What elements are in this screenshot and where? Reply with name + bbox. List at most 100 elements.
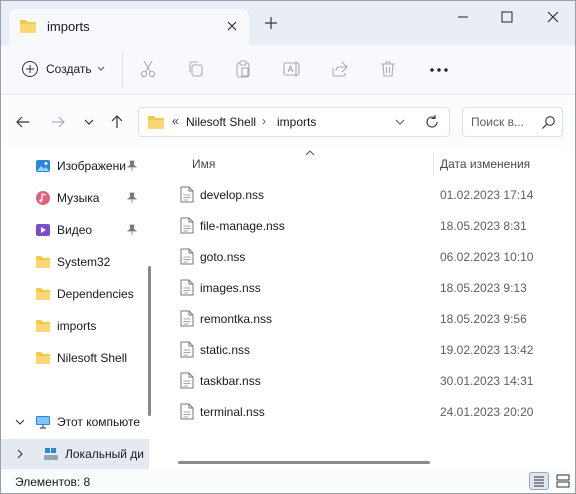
folder-icon — [148, 116, 164, 129]
sidebar-item-pictures[interactable]: Изображени — [1, 151, 149, 181]
plus-circle-icon — [22, 61, 38, 77]
table-row[interactable]: static.nss 19.02.2023 13:42 — [175, 335, 571, 365]
file-date: 19.02.2023 13:42 — [440, 343, 534, 357]
new-tab-icon[interactable] — [263, 15, 279, 31]
details-view-button[interactable] — [529, 472, 549, 490]
maximize-icon[interactable] — [495, 7, 519, 27]
folder-icon — [36, 256, 50, 268]
folder-icon — [36, 352, 50, 364]
tab-imports[interactable]: imports — [9, 9, 249, 45]
column-header-name[interactable]: Имя — [192, 157, 215, 171]
chevron-down-icon[interactable] — [395, 119, 405, 126]
up-arrow-icon[interactable] — [109, 114, 125, 130]
command-separator — [122, 53, 123, 87]
file-icon — [180, 372, 194, 389]
horizontal-scrollbar[interactable] — [178, 461, 430, 464]
back-arrow-icon[interactable] — [15, 114, 31, 130]
table-row[interactable]: develop.nss 01.02.2023 17:14 — [175, 180, 571, 210]
file-name: develop.nss — [200, 188, 265, 202]
sidebar-item-music[interactable]: Музыка — [1, 183, 149, 213]
breadcrumb-separator[interactable]: › — [262, 114, 266, 128]
search-icon[interactable] — [541, 115, 556, 130]
share-icon[interactable] — [330, 59, 350, 79]
file-date: 06.02.2023 10:10 — [440, 250, 534, 264]
close-window-icon[interactable] — [541, 7, 565, 27]
forward-arrow-icon[interactable] — [50, 114, 66, 130]
file-date: 30.01.2023 14:31 — [440, 374, 534, 388]
sidebar-item-label: Dependencies — [57, 287, 134, 301]
search-input[interactable]: Поиск в... — [462, 107, 563, 137]
file-name: terminal.nss — [200, 405, 265, 419]
file-date: 24.01.2023 20:20 — [440, 405, 534, 419]
file-date: 01.02.2023 17:14 — [440, 188, 534, 202]
cut-icon[interactable] — [138, 59, 158, 79]
file-date: 18.05.2023 9:56 — [440, 312, 527, 326]
sidebar-item-label: Nilesoft Shell — [57, 351, 128, 365]
file-name: remontka.nss — [200, 312, 273, 326]
file-list: Имя Дата изменения develop.nss 01.02.202… — [161, 148, 575, 469]
sidebar-item-local-disk[interactable]: Локальный ди — [1, 439, 149, 469]
paste-icon[interactable] — [233, 59, 253, 79]
navigation-pane: Изображени Музыка Видео System32 Depende… — [1, 148, 151, 469]
sidebar-scrollbar[interactable] — [148, 266, 151, 416]
column-header-date[interactable]: Дата изменения — [440, 157, 530, 171]
sidebar-item-label: imports — [57, 319, 97, 333]
sidebar-item-video[interactable]: Видео — [1, 215, 149, 245]
refresh-icon[interactable] — [424, 114, 440, 130]
file-date: 18.05.2023 9:13 — [440, 281, 527, 295]
sidebar-item-label: Локальный ди — [65, 447, 144, 461]
more-icon[interactable] — [429, 67, 449, 73]
table-row[interactable]: terminal.nss 24.01.2023 20:20 — [175, 397, 571, 427]
pin-icon — [127, 160, 137, 171]
file-name: images.nss — [200, 281, 261, 295]
tab-bar: imports — [1, 1, 575, 45]
breadcrumb-nilesoft-shell[interactable]: Nilesoft Shell — [186, 115, 256, 129]
chevron-right-icon[interactable] — [15, 449, 25, 459]
sidebar-item-system32[interactable]: System32 — [1, 247, 149, 277]
pictures-icon — [36, 160, 50, 172]
tiles-view-button[interactable] — [553, 472, 573, 490]
table-row[interactable]: taskbar.nss 30.01.2023 14:31 — [175, 366, 571, 396]
file-icon — [180, 403, 194, 420]
file-icon — [180, 248, 194, 265]
sidebar-item-this-pc[interactable]: Этот компьюте — [1, 407, 149, 437]
sidebar-item-dependencies[interactable]: Dependencies — [1, 279, 149, 309]
create-button[interactable]: Создать — [15, 57, 111, 83]
create-label: Создать — [46, 62, 92, 76]
folder-icon — [20, 20, 36, 33]
file-icon — [180, 279, 194, 296]
sidebar-item-imports[interactable]: imports — [1, 311, 149, 341]
file-icon — [180, 310, 194, 327]
folder-icon — [36, 288, 50, 300]
table-row[interactable]: file-manage.nss 18.05.2023 8:31 — [175, 211, 571, 241]
rename-icon[interactable] — [282, 59, 302, 79]
tiles-view-icon — [556, 474, 570, 488]
sidebar-item-nilesoft-shell[interactable]: Nilesoft Shell — [1, 343, 149, 373]
disk-icon — [44, 448, 58, 460]
sidebar-item-label: Этот компьюте — [57, 415, 141, 429]
address-bar[interactable]: « Nilesoft Shell › imports — [138, 107, 450, 137]
copy-icon[interactable] — [186, 59, 206, 79]
close-tab-icon[interactable] — [223, 17, 241, 35]
recent-chevron-icon[interactable] — [81, 114, 97, 130]
chevron-down-icon[interactable] — [15, 417, 25, 427]
pin-icon — [127, 224, 137, 235]
details-view-icon — [534, 476, 544, 487]
delete-icon[interactable] — [378, 59, 398, 79]
tab-title: imports — [47, 19, 90, 34]
table-row[interactable]: remontka.nss 18.05.2023 9:56 — [175, 304, 571, 334]
item-count: Элементов: 8 — [15, 475, 91, 489]
table-row[interactable]: goto.nss 06.02.2023 10:10 — [175, 242, 571, 272]
status-bar: Элементов: 8 — [1, 469, 575, 493]
table-row[interactable]: images.nss 18.05.2023 9:13 — [175, 273, 571, 303]
folder-icon — [36, 320, 50, 332]
sort-ascending-icon — [305, 150, 315, 156]
file-icon — [180, 217, 194, 234]
address-overflow[interactable]: « — [172, 114, 179, 128]
column-divider[interactable] — [433, 152, 434, 176]
minimize-icon[interactable] — [451, 7, 475, 27]
breadcrumb-imports[interactable]: imports — [277, 115, 316, 129]
pin-icon — [127, 192, 137, 203]
music-icon — [36, 191, 50, 205]
file-icon — [180, 341, 194, 358]
